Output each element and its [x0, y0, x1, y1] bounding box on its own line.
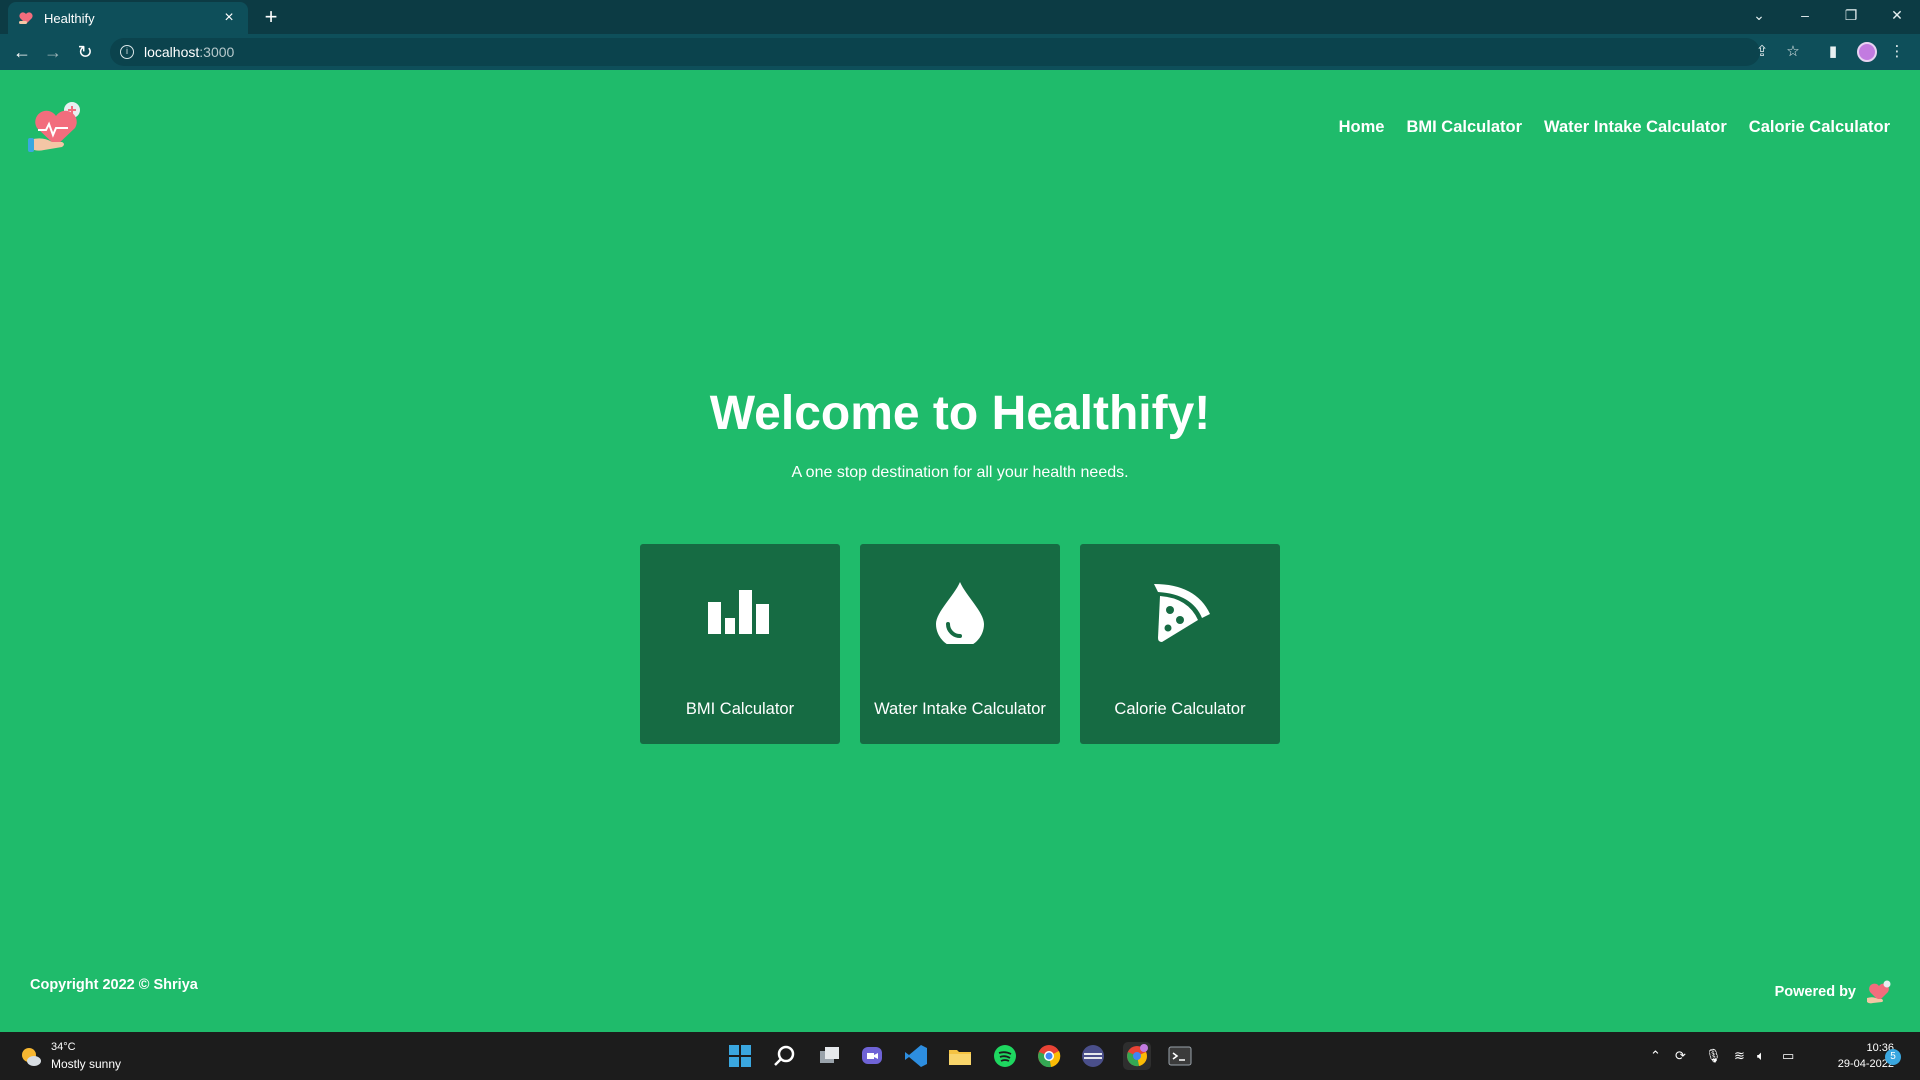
url-host: localhost: [144, 44, 200, 60]
browser-tab-bar: Healthify × + ⌄ – ❐ ✕: [0, 0, 1920, 34]
back-icon[interactable]: ←: [11, 41, 33, 63]
tab-title: Healthify: [44, 10, 95, 26]
forward-icon[interactable]: →: [42, 41, 64, 63]
healthify-small-logo-icon: [1867, 980, 1891, 1004]
notification-badge[interactable]: 5: [1885, 1049, 1901, 1065]
wifi-icon[interactable]: ≋: [1734, 1048, 1745, 1064]
chrome-icon[interactable]: [1035, 1042, 1063, 1070]
card-calorie-calculator[interactable]: Calorie Calculator: [1080, 544, 1280, 744]
windows-start-icon[interactable]: [726, 1042, 754, 1070]
weather-temperature[interactable]: 34°C: [51, 1041, 76, 1053]
weather-condition[interactable]: Mostly sunny: [51, 1057, 121, 1071]
card-water-intake-calculator[interactable]: Water Intake Calculator: [860, 544, 1060, 744]
card-label: Calorie Calculator: [1114, 700, 1246, 718]
microphone-icon[interactable]: 🎙︎: [1705, 1048, 1722, 1064]
nav-calorie-calculator[interactable]: Calorie Calculator: [1749, 118, 1890, 137]
profile-avatar[interactable]: [1857, 42, 1877, 62]
address-bar[interactable]: i localhost:3000: [110, 38, 1760, 66]
url-port: :3000: [199, 44, 235, 60]
share-icon[interactable]: ⇪: [1752, 42, 1772, 62]
battery-icon[interactable]: ▭: [1782, 1048, 1794, 1064]
side-panel-icon[interactable]: ▮: [1823, 42, 1843, 62]
nav-water-intake-calculator[interactable]: Water Intake Calculator: [1544, 118, 1727, 137]
reload-icon[interactable]: ↻: [74, 41, 96, 63]
clock-date[interactable]: 29-04-2022: [1810, 1058, 1894, 1070]
spotify-icon[interactable]: [991, 1042, 1019, 1070]
card-label: Water Intake Calculator: [874, 700, 1046, 718]
tray-overflow-icon[interactable]: ⌃: [1650, 1048, 1661, 1064]
minimize-icon[interactable]: –: [1782, 0, 1828, 30]
sync-icon[interactable]: ⟳: [1675, 1048, 1686, 1064]
footer-copyright: Copyright 2022 © Shriya: [30, 977, 198, 993]
window-close-icon[interactable]: ✕: [1874, 0, 1920, 30]
healthify-logo-icon[interactable]: [28, 100, 84, 156]
card-label: BMI Calculator: [685, 700, 795, 718]
water-drop-icon: [936, 582, 984, 644]
chrome-profile-icon[interactable]: [1123, 1042, 1151, 1070]
restore-icon[interactable]: ❐: [1828, 0, 1874, 30]
app-pill-icon[interactable]: [1079, 1042, 1107, 1070]
nav-home[interactable]: Home: [1339, 118, 1385, 137]
card-bmi-calculator[interactable]: BMI Calculator: [640, 544, 840, 744]
healthify-favicon-icon: [19, 12, 33, 24]
teams-chat-icon[interactable]: [858, 1042, 886, 1070]
tab-search-icon[interactable]: ⌄: [1736, 0, 1782, 30]
main-nav: Home BMI Calculator Water Intake Calcula…: [1339, 118, 1890, 137]
bar-chart-icon: [708, 590, 769, 634]
site-info-icon[interactable]: i: [120, 45, 134, 59]
vscode-icon[interactable]: [902, 1042, 930, 1070]
task-view-icon[interactable]: [815, 1042, 843, 1070]
volume-icon[interactable]: 🔈︎: [1757, 1048, 1765, 1064]
menu-kebab-icon[interactable]: ⋮: [1887, 42, 1907, 62]
tab-close-icon[interactable]: ×: [220, 9, 238, 27]
address-toolbar: ← → ↻ i localhost:3000 ⇪ ☆ ▮ ⋮: [0, 34, 1920, 70]
weather-sun-icon[interactable]: [20, 1046, 42, 1068]
bookmark-star-icon[interactable]: ☆: [1783, 42, 1803, 62]
file-explorer-icon[interactable]: [946, 1042, 974, 1070]
new-tab-button[interactable]: +: [258, 4, 284, 30]
terminal-icon[interactable]: [1166, 1042, 1194, 1070]
search-icon[interactable]: [771, 1042, 799, 1070]
hero-title: Welcome to Healthify!: [709, 387, 1211, 440]
footer-powered-by: Powered by: [1774, 984, 1856, 1000]
os-taskbar: 34°C Mostly sunny ⌃ ⟳ 🎙︎ ≋ 🔈︎ ▭ 10:36 29…: [0, 1032, 1920, 1080]
pizza-icon: [1154, 584, 1210, 642]
hero-subtitle: A one stop destination for all your heal…: [791, 464, 1129, 481]
browser-tab[interactable]: Healthify ×: [8, 2, 248, 34]
nav-bmi-calculator[interactable]: BMI Calculator: [1406, 118, 1522, 137]
